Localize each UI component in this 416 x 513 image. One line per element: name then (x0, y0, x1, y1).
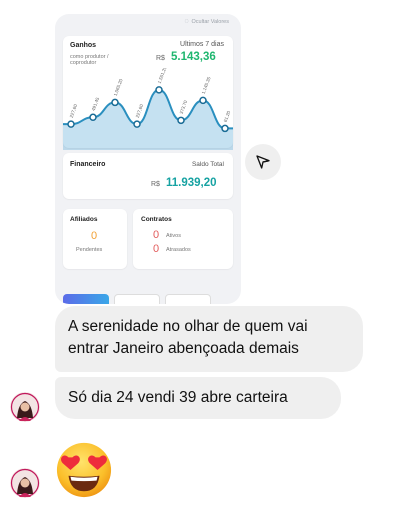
ganhos-amount: 5.143,36 (171, 51, 216, 63)
chart-point[interactable] (111, 98, 119, 107)
paper-plane-icon (256, 155, 270, 169)
contratos-panel: Contratos 0 Ativos 0 Atrasados (133, 209, 233, 269)
avatar[interactable] (10, 392, 40, 422)
app-bottom-tabs (63, 294, 211, 304)
atrasados-label: Atrasados (166, 247, 191, 253)
ganhos-panel: Ganhos como produtor / coprodutor Ultimo… (63, 36, 233, 150)
chart-data-label: 1.551,25 (157, 68, 168, 84)
ativos-label: Ativos (166, 233, 181, 239)
tab-shape (165, 294, 211, 304)
message-text: A serenidade no olhar de quem vai entrar… (68, 318, 308, 357)
chart-data-label: 1.145,35 (201, 76, 212, 95)
eye-slash-icon: ◌ (184, 18, 189, 25)
message-bubble[interactable]: Só dia 24 vendi 39 abre carteira (55, 377, 341, 419)
chart-data-label: 1.065,20 (113, 78, 124, 97)
message-bubble[interactable]: A serenidade no olhar de quem vai entrar… (55, 306, 363, 372)
ativos-count: 0 (153, 229, 160, 241)
chart-point[interactable] (155, 86, 163, 94)
avatar[interactable] (10, 468, 40, 498)
earnings-chart: 227,60 491,45 1.065,20 227,60 1.551,25 373,70… (63, 68, 233, 150)
afiliados-panel: Afiliados 0 Pendentes (63, 209, 127, 269)
heart-eyes-emoji[interactable] (55, 441, 113, 499)
chart-data-label: 227,60 (135, 103, 145, 118)
chart-data-label: 227,60 (69, 103, 79, 118)
chart-point[interactable] (67, 120, 75, 128)
saldo-label: Saldo Total (191, 161, 224, 168)
ganhos-subtitle: como produtor / coprodutor (70, 54, 109, 66)
chart-data-label: 61,20 (223, 110, 232, 123)
chart-area (63, 89, 233, 150)
ganhos-title: Ganhos (70, 42, 97, 49)
share-button[interactable] (245, 144, 281, 180)
contratos-title: Contratos (141, 216, 172, 223)
chart-point[interactable] (221, 124, 229, 133)
shared-story-card[interactable]: ◌ Ocultar Valores Ganhos como produtor /… (55, 14, 241, 304)
ganhos-period: Ultimos 7 dias (180, 41, 224, 48)
afiliados-label: Pendentes (76, 247, 103, 253)
financeiro-panel: Financeiro Saldo Total R$ 11.939,20 (63, 153, 233, 199)
financeiro-title: Financeiro (70, 161, 106, 168)
avatar-image (10, 392, 40, 422)
chart-point[interactable] (199, 96, 207, 105)
afiliados-title: Afiliados (70, 216, 98, 223)
saldo-currency: R$ (151, 181, 160, 188)
hide-values-label: Ocultar Valores (191, 18, 230, 25)
tab-shape (63, 294, 109, 304)
chart-point[interactable] (177, 116, 185, 125)
chart-point[interactable] (133, 120, 141, 128)
tab-shape (114, 294, 160, 304)
chart-data-label: 373,70 (179, 99, 189, 114)
chart-data-label: 491,45 (91, 96, 101, 111)
avatar-image (10, 468, 40, 498)
chart-point[interactable] (89, 113, 97, 122)
afiliados-count: 0 (91, 230, 98, 242)
ganhos-currency: R$ (156, 55, 165, 62)
hide-values-toggle[interactable]: ◌ Ocultar Valores (184, 18, 229, 25)
saldo-amount: 11.939,20 (166, 177, 217, 189)
atrasados-count: 0 (153, 243, 160, 255)
message-text: Só dia 24 vendi 39 abre carteira (68, 389, 288, 406)
